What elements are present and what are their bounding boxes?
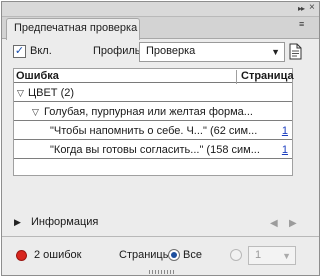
all-pages-label: Все <box>183 249 202 261</box>
chevron-down-icon: ▼ <box>271 47 280 57</box>
list-item-label: "Когда вы готовы согласить..." (158 сим.… <box>50 144 260 156</box>
close-icon[interactable]: × <box>309 2 315 13</box>
column-header-page[interactable]: Страница <box>236 70 294 84</box>
next-arrow-icon[interactable]: ▶ <box>289 218 297 229</box>
column-header-error[interactable]: Ошибка <box>16 70 59 82</box>
info-label: Информация <box>31 216 99 228</box>
profile-value: Проверка <box>146 45 196 57</box>
expand-triangle-icon[interactable]: ▶ <box>14 217 21 228</box>
expand-triangle-icon[interactable]: ▽ <box>32 107 39 118</box>
error-status-icon <box>16 250 27 261</box>
tab-bar: Предпечатная проверка ≡ <box>2 17 319 40</box>
collapse-panel-icon[interactable]: ▸▸ <box>298 4 305 13</box>
list-item[interactable]: ▽ Голубая, пурпурная или желтая форма... <box>14 103 292 121</box>
page-range-value: 1 <box>255 249 262 261</box>
chevron-down-icon: ▼ <box>282 251 291 261</box>
page-link[interactable]: 1 <box>282 144 288 156</box>
error-list[interactable]: Ошибка Страница ▽ ЦВЕТ (2) ▽ Голубая, пу… <box>13 68 294 176</box>
list-item[interactable]: "Чтобы напомнить о себе. Ч..." (62 сим..… <box>14 122 292 140</box>
pages-label: Страницы: <box>119 249 174 261</box>
page-range-radio[interactable] <box>230 249 242 261</box>
panel-menu-icon[interactable]: ≡ <box>299 20 304 29</box>
all-pages-radio[interactable] <box>168 249 180 261</box>
tab-preflight[interactable]: Предпечатная проверка <box>6 18 140 40</box>
profile-label: Профиль: <box>93 45 144 57</box>
previous-arrow-icon[interactable]: ◀ <box>270 218 278 229</box>
tab-preflight-label: Предпечатная проверка <box>14 22 138 34</box>
page-link[interactable]: 1 <box>282 125 288 137</box>
error-count: 2 ошибок <box>34 249 82 261</box>
list-header: Ошибка Страница <box>14 69 294 84</box>
list-item-label: "Чтобы напомнить о себе. Ч..." (62 сим..… <box>50 125 258 137</box>
expand-triangle-icon[interactable]: ▽ <box>17 88 24 99</box>
preflight-panel: ▸▸ × Предпечатная проверка ≡ ✓ Вкл. Проф… <box>1 1 320 276</box>
list-item[interactable]: ▽ ЦВЕТ (2) <box>14 84 292 102</box>
profile-select[interactable]: Проверка ▼ <box>139 42 285 62</box>
list-item-label: ЦВЕТ (2) <box>28 87 75 99</box>
page-range-select[interactable]: 1 ▼ <box>248 246 296 265</box>
list-item[interactable]: "Когда вы готовы согласить..." (158 сим.… <box>14 141 292 159</box>
list-item-label: Голубая, пурпурная или желтая форма... <box>44 106 253 118</box>
enable-checkbox[interactable]: ✓ <box>13 45 26 58</box>
document-icon[interactable] <box>289 43 302 60</box>
divider <box>2 236 319 237</box>
panel-topbar: ▸▸ × <box>2 2 319 17</box>
resize-grip[interactable] <box>149 270 175 274</box>
enable-label: Вкл. <box>30 45 52 57</box>
